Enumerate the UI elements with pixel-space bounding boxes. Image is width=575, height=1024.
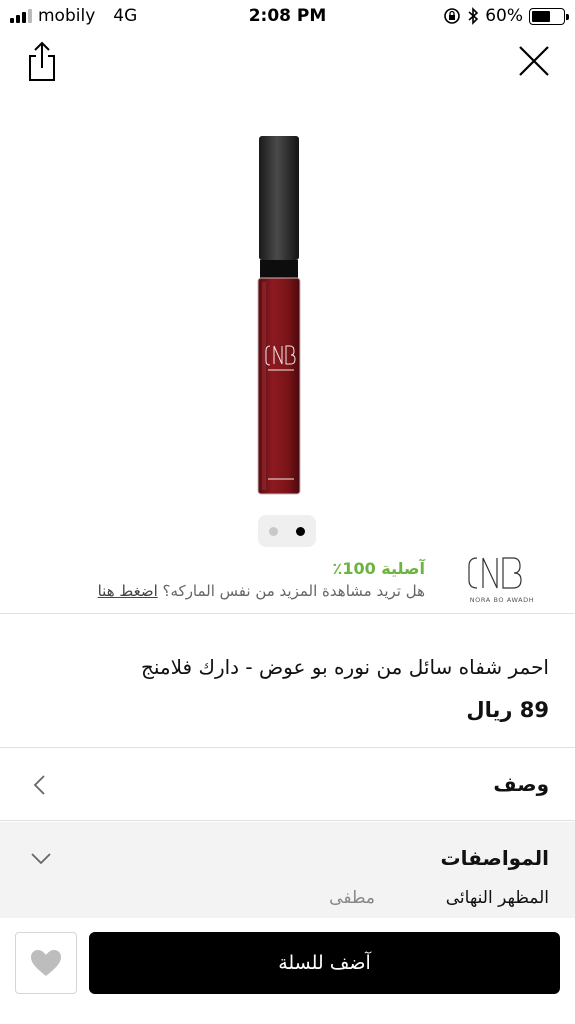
share-icon bbox=[29, 41, 55, 81]
brand-logo[interactable]: NORA BO AWADH bbox=[465, 552, 539, 606]
product-title: احمر شفاه سائل من نوره بو عوض - دارك فلا… bbox=[140, 655, 549, 679]
specifications-section[interactable]: المواصفات المظهر النهائى مطفى bbox=[0, 822, 575, 918]
chevron-left-icon bbox=[33, 775, 45, 795]
pager-dot[interactable] bbox=[269, 526, 278, 536]
pager-dot-active[interactable] bbox=[296, 526, 305, 536]
close-button[interactable] bbox=[517, 44, 551, 78]
more-from-brand: هل تريد مشاهدة المزيد من نفس الماركه؟ اض… bbox=[98, 580, 425, 602]
description-label: وصف bbox=[493, 772, 549, 796]
spec-key-finish: المظهر النهائى bbox=[445, 888, 549, 908]
brand-logo-caption: NORA BO AWADH bbox=[470, 596, 535, 604]
product-price: 89 ريال bbox=[466, 698, 549, 722]
bluetooth-icon bbox=[468, 7, 479, 25]
battery-icon bbox=[529, 7, 569, 25]
more-from-brand-text: هل تريد مشاهدة المزيد من نفس الماركه؟ bbox=[162, 582, 425, 600]
status-bar: mobily 4G 2:08 PM 60% bbox=[0, 0, 575, 34]
add-to-cart-button[interactable]: آضف للسلة bbox=[89, 932, 560, 994]
spec-value-finish: مطفى bbox=[329, 888, 375, 908]
close-icon bbox=[519, 46, 549, 76]
image-pager[interactable] bbox=[258, 515, 316, 547]
specifications-label: المواصفات bbox=[440, 846, 550, 870]
heart-icon bbox=[31, 950, 61, 976]
description-row[interactable]: وصف bbox=[0, 747, 575, 821]
authentic-badge: آصلية 100٪ bbox=[332, 559, 425, 578]
bottom-action-bar: آضف للسلة bbox=[0, 918, 575, 1024]
share-button[interactable] bbox=[24, 40, 60, 82]
rotation-lock-icon bbox=[444, 8, 461, 24]
wishlist-button[interactable] bbox=[15, 932, 77, 994]
brand-row: آصلية 100٪ هل تريد مشاهدة المزيد من نفس … bbox=[0, 550, 575, 614]
battery-percent: 60% bbox=[485, 6, 523, 26]
product-image[interactable] bbox=[248, 134, 310, 500]
chevron-down-icon bbox=[31, 853, 51, 865]
press-here-link[interactable]: اضغط هنا bbox=[98, 582, 158, 600]
